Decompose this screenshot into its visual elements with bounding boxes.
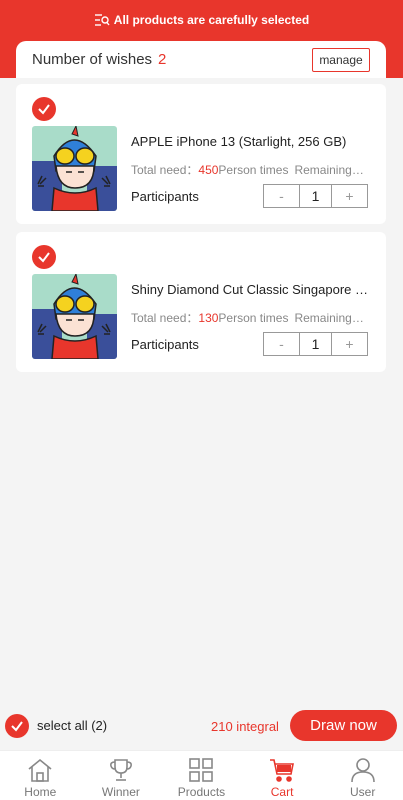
product-title[interactable]: Shiny Diamond Cut Classic Singapore Chai…	[131, 282, 371, 297]
wishes-count: 2	[158, 51, 167, 68]
checkout-bar: select all (2) 210 integral Draw now	[0, 700, 403, 750]
product-image[interactable]	[32, 274, 117, 359]
tab-user[interactable]: User	[322, 751, 403, 800]
tab-home[interactable]: Home	[0, 751, 81, 800]
quantity-stepper: - 1 +	[263, 184, 368, 208]
increment-button[interactable]: +	[332, 333, 367, 355]
search-list-icon	[94, 13, 110, 27]
tab-label: Winner	[101, 785, 140, 799]
draw-now-button[interactable]: Draw now	[290, 710, 397, 741]
wishes-label: Number of wishes	[32, 51, 153, 68]
grid-icon	[189, 758, 214, 782]
total-need-value: 450	[198, 163, 219, 177]
banner-line: All products are carefully selected	[0, 11, 403, 29]
user-icon	[350, 758, 375, 783]
participants-label: Participants	[131, 189, 199, 204]
increment-button[interactable]: +	[332, 185, 367, 207]
tab-label: Cart	[270, 785, 294, 799]
product-card: Shiny Diamond Cut Classic Singapore Chai…	[16, 232, 386, 372]
product-image[interactable]	[32, 126, 117, 211]
product-card: APPLE iPhone 13 (Starlight, 256 GB) Tota…	[16, 84, 386, 224]
banner-text: All products are carefully selected	[113, 13, 310, 27]
quantity-value[interactable]: 1	[299, 333, 332, 355]
tab-label: Products	[177, 785, 226, 799]
tab-label: User	[350, 785, 376, 799]
home-icon	[28, 758, 52, 782]
select-all-label[interactable]: select all (2)	[37, 718, 107, 733]
quantity-value[interactable]: 1	[299, 185, 332, 207]
select-all-checkbox[interactable]	[5, 714, 29, 738]
select-product-checkbox[interactable]	[32, 245, 56, 269]
check-icon	[38, 104, 50, 115]
product-title[interactable]: APPLE iPhone 13 (Starlight, 256 GB)	[131, 134, 371, 149]
remaining-label: Remaining…	[294, 163, 364, 177]
tab-winner[interactable]: Winner	[81, 751, 162, 800]
total-need-label: Total need：	[131, 163, 199, 177]
integral-total: 210 integral	[211, 719, 279, 734]
total-need-label: Total need：	[131, 311, 199, 325]
trophy-icon	[109, 759, 132, 781]
tab-bar: Home Winner Products Cart User	[0, 750, 403, 800]
cart-icon	[270, 759, 295, 782]
total-need-value: 130	[198, 311, 219, 325]
participants-label: Participants	[131, 337, 199, 352]
total-need-unit: Person times	[218, 311, 289, 325]
quantity-stepper: - 1 +	[263, 332, 368, 356]
tab-label: Home	[24, 785, 57, 799]
check-icon	[11, 721, 23, 732]
remaining-label: Remaining…	[294, 311, 364, 325]
product-meta: Total need：130Person times Remaining…	[131, 309, 371, 326]
tab-cart[interactable]: Cart	[242, 751, 323, 800]
check-icon	[38, 252, 50, 263]
product-meta: Total need：450Person times Remaining…	[131, 161, 371, 178]
wishes-header: Number of wishes 2 manage	[16, 41, 386, 78]
select-product-checkbox[interactable]	[32, 97, 56, 121]
decrement-button[interactable]: -	[264, 185, 299, 207]
manage-button[interactable]: manage	[312, 48, 370, 72]
total-need-unit: Person times	[218, 163, 289, 177]
decrement-button[interactable]: -	[264, 333, 299, 355]
tab-products[interactable]: Products	[161, 751, 242, 800]
